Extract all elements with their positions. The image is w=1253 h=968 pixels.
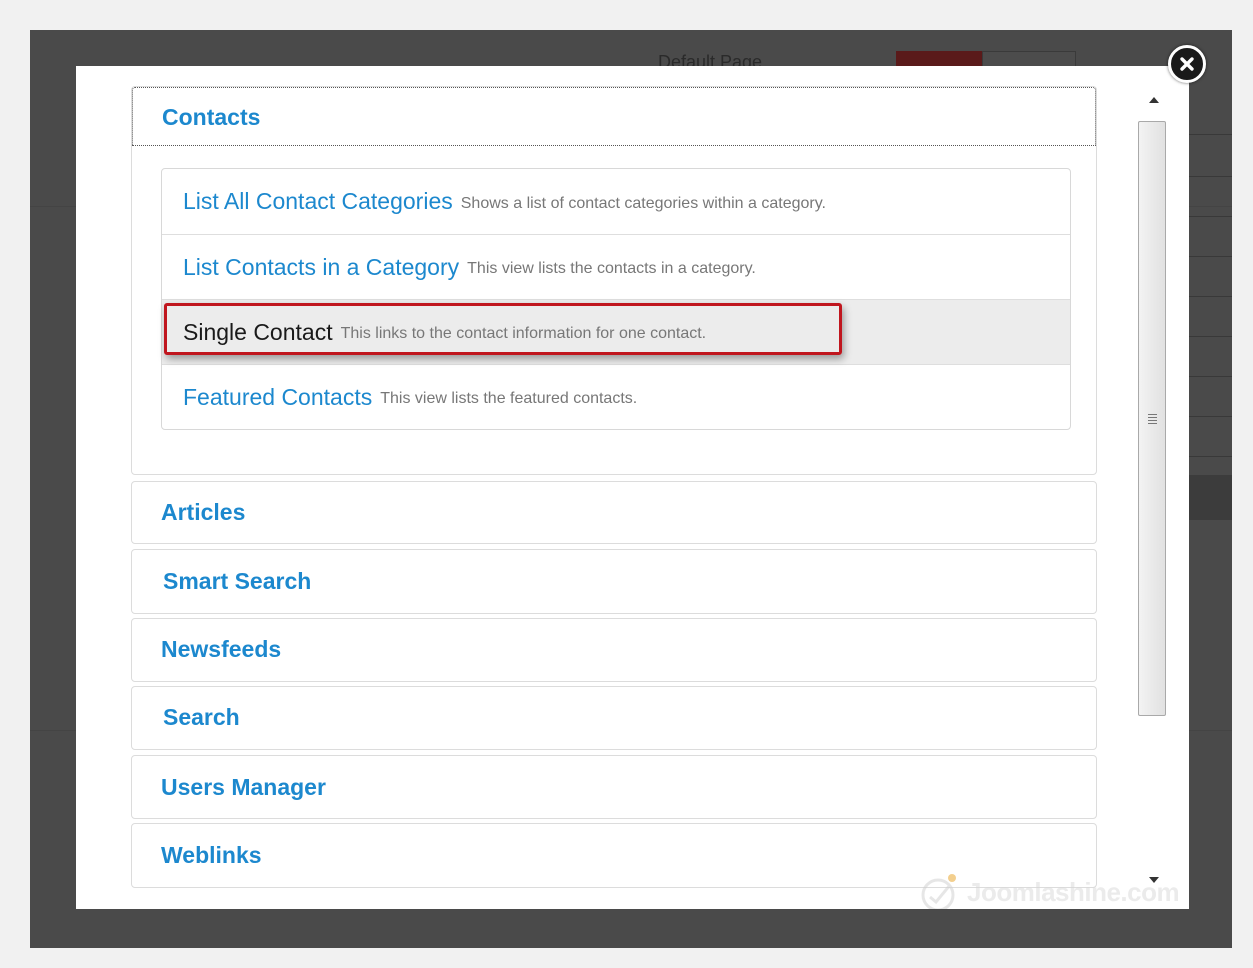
scrollbar-thumb[interactable] bbox=[1138, 121, 1166, 716]
vertical-scrollbar[interactable] bbox=[1138, 86, 1170, 894]
item-description: Shows a list of contact categories withi… bbox=[460, 194, 826, 212]
close-icon[interactable] bbox=[1168, 45, 1206, 83]
accordion-title[interactable]: Smart Search bbox=[163, 568, 311, 595]
item-title[interactable]: List All Contact Categories bbox=[183, 188, 453, 215]
item-title[interactable]: List Contacts in a Category bbox=[183, 254, 459, 281]
accordion-title[interactable]: Articles bbox=[161, 499, 245, 526]
accordion-group-users-manager[interactable]: Users Manager bbox=[131, 755, 1097, 819]
accordion-title[interactable]: Search bbox=[163, 704, 240, 731]
accordion-title[interactable]: Newsfeeds bbox=[161, 636, 281, 663]
list-item-list-all-contact-categories[interactable]: List All Contact Categories Shows a list… bbox=[162, 169, 1070, 234]
item-description: This view lists the contacts in a catego… bbox=[467, 260, 756, 277]
list-item-single-contact[interactable]: Single Contact This links to the contact… bbox=[162, 299, 1070, 364]
accordion-group-smart-search[interactable]: Smart Search bbox=[131, 549, 1097, 614]
list-item-list-contacts-in-category[interactable]: List Contacts in a Category This view li… bbox=[162, 234, 1070, 299]
menu-type-list: List All Contact Categories Shows a list… bbox=[161, 168, 1071, 430]
accordion-group-articles[interactable]: Articles bbox=[131, 481, 1097, 544]
grip-icon bbox=[1147, 412, 1157, 426]
watermark-text: Joomlashine.com bbox=[967, 876, 1180, 907]
watermark: Joomlashine.com bbox=[919, 871, 1180, 909]
menu-item-type-modal: Contacts List All Contact Categories Sho… bbox=[76, 66, 1189, 909]
accordion-title[interactable]: Users Manager bbox=[161, 774, 326, 801]
accordion-group-newsfeeds[interactable]: Newsfeeds bbox=[131, 618, 1097, 682]
joomlashine-logo-icon bbox=[921, 874, 956, 909]
accordion-header-contacts[interactable]: Contacts bbox=[132, 87, 1096, 146]
arrow-up-icon[interactable] bbox=[1138, 86, 1170, 114]
list-item-featured-contacts[interactable]: Featured Contacts This view lists the fe… bbox=[162, 364, 1070, 429]
item-description: This links to the contact information fo… bbox=[340, 325, 707, 342]
item-description: This view lists the featured contacts. bbox=[380, 390, 638, 407]
accordion-title[interactable]: Contacts bbox=[162, 104, 260, 131]
item-title[interactable]: Featured Contacts bbox=[183, 384, 372, 411]
accordion-group-contacts: Contacts List All Contact Categories Sho… bbox=[131, 86, 1097, 475]
item-title[interactable]: Single Contact bbox=[183, 319, 333, 346]
accordion-group-search[interactable]: Search bbox=[131, 686, 1097, 750]
accordion-title[interactable]: Weblinks bbox=[161, 842, 262, 869]
